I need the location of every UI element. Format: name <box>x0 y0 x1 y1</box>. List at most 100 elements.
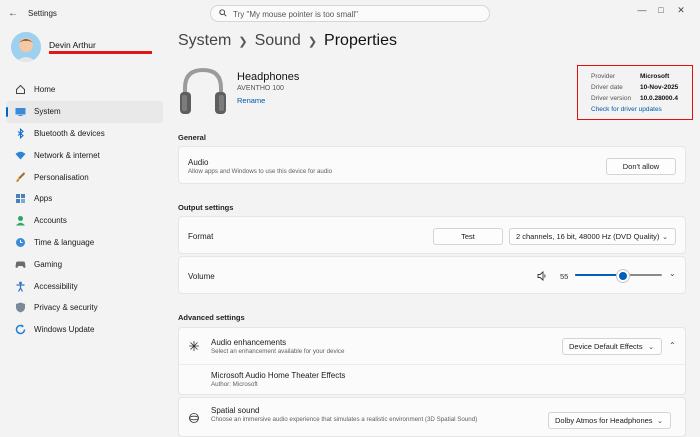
sidebar-item-apps[interactable]: Apps <box>6 188 163 210</box>
divider <box>179 364 685 365</box>
sidebar-item-personalisation[interactable]: Personalisation <box>6 166 163 188</box>
breadcrumb-sound[interactable]: Sound <box>255 32 301 50</box>
audio-card: Audio Allow apps and Windows to use this… <box>178 146 686 184</box>
volume-label: Volume <box>188 272 215 281</box>
sidebar-item-privacy-security[interactable]: Privacy & security <box>6 297 163 319</box>
sidebar-item-accounts[interactable]: Accounts <box>6 210 163 232</box>
sidebar-item-label: Windows Update <box>34 325 95 335</box>
audio-enhancements-subtitle: Select an enhancement available for your… <box>211 348 345 355</box>
wifi-icon <box>15 150 26 161</box>
shield-icon <box>15 302 26 313</box>
sidebar-item-label: Apps <box>34 194 53 204</box>
close-icon[interactable]: ✕ <box>673 3 689 17</box>
accounts-icon <box>15 215 26 226</box>
effects-author: Author: Microsoft <box>211 381 258 388</box>
globe-clock-icon <box>15 237 26 248</box>
check-driver-updates-link[interactable]: Check for driver updates <box>591 106 662 113</box>
redaction-line <box>49 51 152 54</box>
test-button[interactable]: Test <box>433 228 503 245</box>
chevron-down-icon: ⌄ <box>662 234 668 241</box>
gamepad-icon <box>15 259 26 270</box>
driver-info-box: Provider Microsoft Driver date 10-Nov-20… <box>577 65 693 120</box>
spatial-sound-title: Spatial sound <box>211 406 260 415</box>
audio-subtitle: Allow apps and Windows to use this devic… <box>188 168 333 175</box>
avatar-icon <box>11 32 41 62</box>
spatial-sound-subtitle: Choose an immersive audio experience tha… <box>211 416 478 423</box>
section-title-output: Output settings <box>178 203 234 212</box>
volume-value: 55 <box>560 272 569 281</box>
sidebar-item-label: Gaming <box>34 259 63 269</box>
spatial-sound-icon <box>189 413 199 423</box>
spatial-sound-dropdown[interactable]: Dolby Atmos for Headphones ⌄ <box>548 412 671 429</box>
format-card: Format Test 2 channels, 16 bit, 48000 Hz… <box>178 216 686 254</box>
sidebar-item-windows-update[interactable]: Windows Update <box>6 319 163 341</box>
sidebar-item-label: Time & language <box>34 237 95 247</box>
chevron-down-icon: ⌄ <box>657 418 663 425</box>
sidebar-nav: Home System Bluetooth & devices Network … <box>6 79 163 341</box>
search-icon <box>219 9 227 17</box>
section-title-general: General <box>178 133 206 142</box>
sidebar-item-label: Bluetooth & devices <box>34 128 105 138</box>
audio-enhancements-title: Audio enhancements <box>211 338 287 347</box>
user-name: Devin Arthur <box>49 40 96 50</box>
brush-icon <box>15 171 26 183</box>
enhancements-dropdown[interactable]: Device Default Effects ⌄ <box>562 338 662 355</box>
format-label: Format <box>188 232 214 241</box>
page-title: Properties <box>324 32 397 49</box>
speaker-icon[interactable] <box>537 271 548 281</box>
sidebar-item-system[interactable]: System <box>6 100 163 123</box>
back-arrow-icon[interactable]: ← <box>8 8 18 19</box>
search-input[interactable] <box>231 7 485 22</box>
sidebar-item-label: System <box>34 107 61 117</box>
chevron-down-icon: ⌄ <box>648 344 654 351</box>
spatial-sound-dropdown-value: Dolby Atmos for Headphones <box>555 416 653 425</box>
volume-slider-fill <box>575 274 623 276</box>
breadcrumb: System ❯ Sound ❯ Properties <box>178 32 397 50</box>
sparkle-icon <box>189 341 199 351</box>
chevron-up-icon[interactable]: ⌃ <box>669 341 676 350</box>
sidebar-item-label: Home <box>34 85 56 95</box>
sidebar-item-label: Accounts <box>34 216 67 226</box>
format-dropdown[interactable]: 2 channels, 16 bit, 48000 Hz (DVD Qualit… <box>509 228 676 245</box>
format-dropdown-value: 2 channels, 16 bit, 48000 Hz (DVD Qualit… <box>516 232 660 241</box>
search-box[interactable] <box>210 5 490 22</box>
device-name: Headphones <box>237 71 300 83</box>
sidebar-item-gaming[interactable]: Gaming <box>6 253 163 275</box>
app-title: Settings <box>28 9 57 18</box>
apps-icon <box>15 193 26 204</box>
volume-slider-thumb[interactable] <box>616 270 629 282</box>
home-icon <box>15 84 26 95</box>
sidebar-item-accessibility[interactable]: Accessibility <box>6 275 163 297</box>
spatial-sound-card: Spatial sound Choose an immersive audio … <box>178 397 686 437</box>
device-model: AVENTHO 100 <box>237 85 284 92</box>
bluetooth-icon <box>15 127 26 139</box>
audio-enhancements-card: Audio enhancements Select an enhancement… <box>178 327 686 395</box>
audio-title: Audio <box>188 158 209 167</box>
sidebar-item-bluetooth[interactable]: Bluetooth & devices <box>6 123 163 145</box>
provider-value: Microsoft <box>640 73 670 80</box>
system-icon <box>15 106 26 117</box>
avatar[interactable] <box>11 32 41 62</box>
rename-link[interactable]: Rename <box>237 96 265 105</box>
chevron-right-icon: ❯ <box>238 35 248 48</box>
title-bar: ← Settings — □ ✕ <box>0 0 700 28</box>
headphones-icon <box>180 67 226 114</box>
driver-version-value: 10.0.28000.4 <box>640 95 678 102</box>
driver-date-label: Driver date <box>591 84 623 91</box>
chevron-right-icon: ❯ <box>307 35 318 48</box>
section-title-advanced: Advanced settings <box>178 313 245 322</box>
dont-allow-button[interactable]: Don't allow <box>606 158 676 175</box>
maximize-icon[interactable]: □ <box>653 3 669 17</box>
provider-label: Provider <box>591 73 616 80</box>
sidebar-item-time-language[interactable]: Time & language <box>6 232 163 254</box>
driver-version-label: Driver version <box>591 95 632 102</box>
sidebar-item-label: Accessibility <box>34 281 78 291</box>
effects-title: Microsoft Audio Home Theater Effects <box>211 371 346 380</box>
sidebar-item-home[interactable]: Home <box>6 79 163 101</box>
minimize-icon[interactable]: — <box>634 3 650 17</box>
sidebar-item-label: Network & internet <box>34 150 100 160</box>
breadcrumb-system[interactable]: System <box>178 32 231 50</box>
driver-date-value: 10-Nov-2025 <box>640 84 679 91</box>
chevron-down-icon[interactable]: ⌄ <box>669 269 676 278</box>
sidebar-item-network[interactable]: Network & internet <box>6 144 163 166</box>
